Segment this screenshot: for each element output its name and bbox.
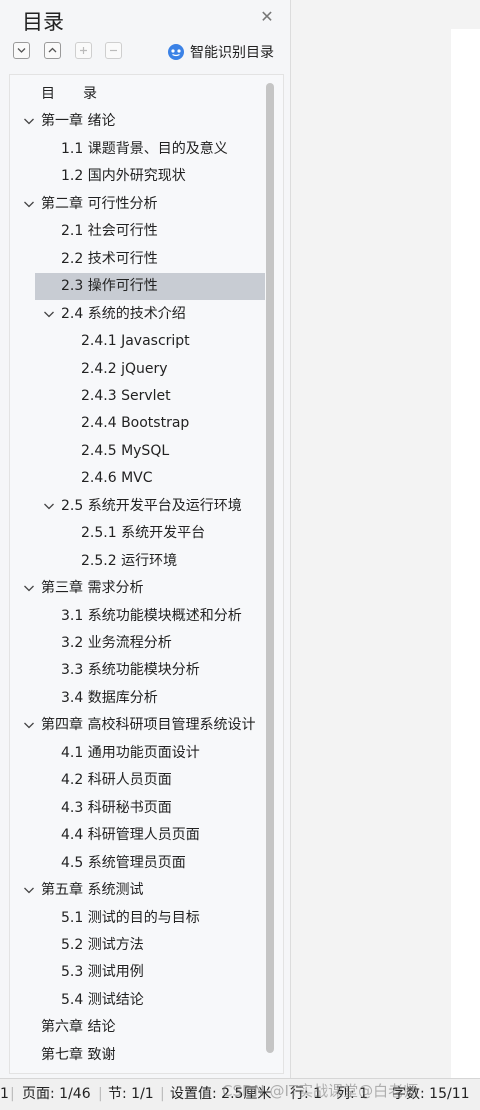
toc-item[interactable]: 4.5 系统管理员页面 [61,850,258,877]
status-page[interactable]: 页面: 1/46 [22,1079,91,1110]
toc-item[interactable]: 2.5 系统开发平台及运行环境 [61,493,258,520]
chevron-down-icon[interactable] [23,108,35,135]
toc-panel: 目录 ✕ 智能识别目录 目 录第一章 绪论 1.1 课题背景、目的及意义 1.2 国… [0,0,291,1078]
chevron-down-icon[interactable] [43,301,55,328]
chevron-down-icon[interactable] [43,493,55,520]
remove-level-icon[interactable] [105,42,122,59]
toc-item[interactable]: 2.4.6 MVC [81,465,258,492]
toc-item[interactable]: 第四章 高校科研项目管理系统设计 [41,712,258,739]
chevron-down-icon[interactable] [23,712,35,739]
document-page[interactable] [451,29,480,1078]
toc-item[interactable]: 3.4 数据库分析 [61,685,258,712]
toc-item[interactable]: 3.2 业务流程分析 [61,630,258,657]
toc-item[interactable]: 2.5.1 系统开发平台 [81,520,258,547]
panel-title: 目录 [22,10,64,34]
toc-item[interactable]: 2.4.4 Bootstrap [81,410,258,437]
collapse-up-icon[interactable] [44,42,61,59]
chevron-down-icon[interactable] [23,877,35,904]
robot-icon [168,44,184,60]
toc-item[interactable]: 2.5.2 运行环境 [81,548,258,575]
smart-toc-label: 智能识别目录 [190,45,274,61]
toc-item[interactable]: 1.1 课题背景、目的及意义 [61,136,258,163]
toc-item[interactable]: 第六章 结论 [41,1014,258,1041]
toc-item[interactable]: 4.3 科研秘书页面 [61,795,258,822]
toc-item[interactable]: 第一章 绪论 [41,108,258,135]
toc-item[interactable]: 1.2 国内外研究现状 [61,163,258,190]
add-level-icon[interactable] [75,42,92,59]
toc-item[interactable]: 3.1 系统功能模块概述和分析 [61,603,258,630]
toc-item[interactable]: 2.4 系统的技术介绍 [61,301,258,328]
toc-item[interactable]: 5.2 测试方法 [61,932,258,959]
toc-item[interactable]: 4.4 科研管理人员页面 [61,822,258,849]
toc-item[interactable]: 2.3 操作可行性 [35,273,265,300]
status-left-num: 1 [0,1086,9,1102]
toc-item[interactable]: 5.1 测试的目的与目标 [61,905,258,932]
chevron-down-icon[interactable] [23,575,35,602]
toc-item[interactable]: 第七章 致谢 [41,1042,258,1069]
toc-item[interactable]: 2.1 社会可行性 [61,218,258,245]
toc-item[interactable]: 2.4.3 Servlet [81,383,258,410]
toc-item[interactable]: 第二章 可行性分析 [41,191,258,218]
close-icon[interactable]: ✕ [258,8,276,26]
watermark: CSDN @IT实战课堂@白老师 [222,1082,419,1100]
toc-item[interactable]: 5.3 测试用例 [61,959,258,986]
toc-item[interactable]: 5.4 测试结论 [61,987,258,1014]
toc-item[interactable]: 第五章 系统测试 [41,877,258,904]
toc-item[interactable]: 3.3 系统功能模块分析 [61,657,258,684]
toc-item[interactable]: 2.2 技术可行性 [61,246,258,273]
status-section: 节: 1/1 [108,1086,154,1102]
toc-item[interactable]: 4.2 科研人员页面 [61,767,258,794]
toc-item[interactable]: 4.1 通用功能页面设计 [61,740,258,767]
expand-down-icon[interactable] [13,42,30,59]
toc-scrollbar[interactable] [266,83,274,1053]
toc-item[interactable]: 2.4.1 Javascript [81,328,258,355]
toc-item[interactable]: 2.4.2 jQuery [81,356,258,383]
smart-toc-button[interactable]: 智能识别目录 [167,42,274,62]
chevron-down-icon[interactable] [23,191,35,218]
toc-item[interactable]: 目 录 [41,81,258,108]
toc-item[interactable]: 第三章 需求分析 [41,575,258,602]
toc-item[interactable]: 2.4.5 MySQL [81,438,258,465]
